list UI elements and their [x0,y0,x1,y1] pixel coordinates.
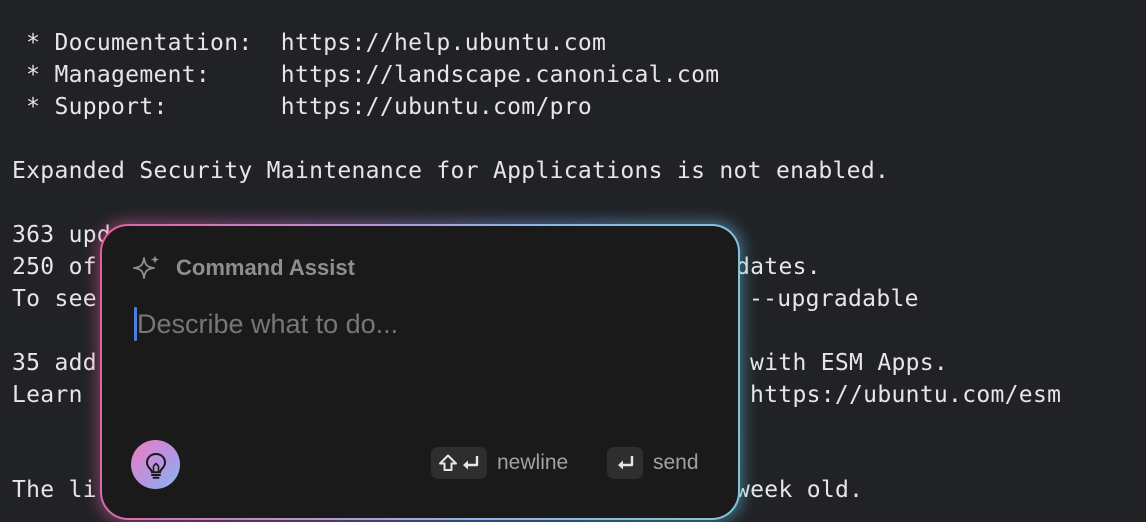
lightbulb-icon [145,452,166,479]
terminal-line: 35 add [12,350,97,376]
terminal-line: * Support: https://ubuntu.com/pro [12,94,593,120]
lightbulb-button[interactable] [131,440,180,489]
command-assist-panel: Command Assist Describe what to do... ne… [102,226,738,518]
terminal-line: --upgradable [749,286,919,312]
terminal-line: week old. [736,477,864,503]
return-icon [463,456,479,470]
terminal-line: The li [12,477,97,503]
prompt-input[interactable]: Describe what to do... [134,304,694,344]
prompt-placeholder: Describe what to do... [137,308,399,339]
shift-return-keycap [431,447,487,479]
command-assist-title: Command Assist [176,255,355,280]
send-hint: send [607,447,699,479]
terminal-line: dates. [736,254,821,280]
shift-icon [439,454,457,471]
terminal-line: * Management: https://landscape.canonica… [12,62,720,88]
return-icon [618,456,634,470]
newline-hint: newline [431,447,568,479]
terminal-line: 363 upd [12,222,112,248]
send-label: send [653,451,699,474]
newline-label: newline [497,451,569,474]
terminal-line: 250 of [12,254,97,280]
terminal-line: with ESM Apps. [750,350,949,376]
terminal-line: Expanded Security Maintenance for Applic… [12,158,890,184]
terminal-line: * Documentation: https://help.ubuntu.com [12,30,607,56]
command-assist-header: Command Assist [132,253,355,283]
sparkle-icon [133,255,160,279]
return-keycap [607,447,643,479]
terminal-line: https://ubuntu.com/esm [750,382,1062,408]
terminal-line: Learn [12,382,83,408]
terminal-line: To see [12,286,97,312]
